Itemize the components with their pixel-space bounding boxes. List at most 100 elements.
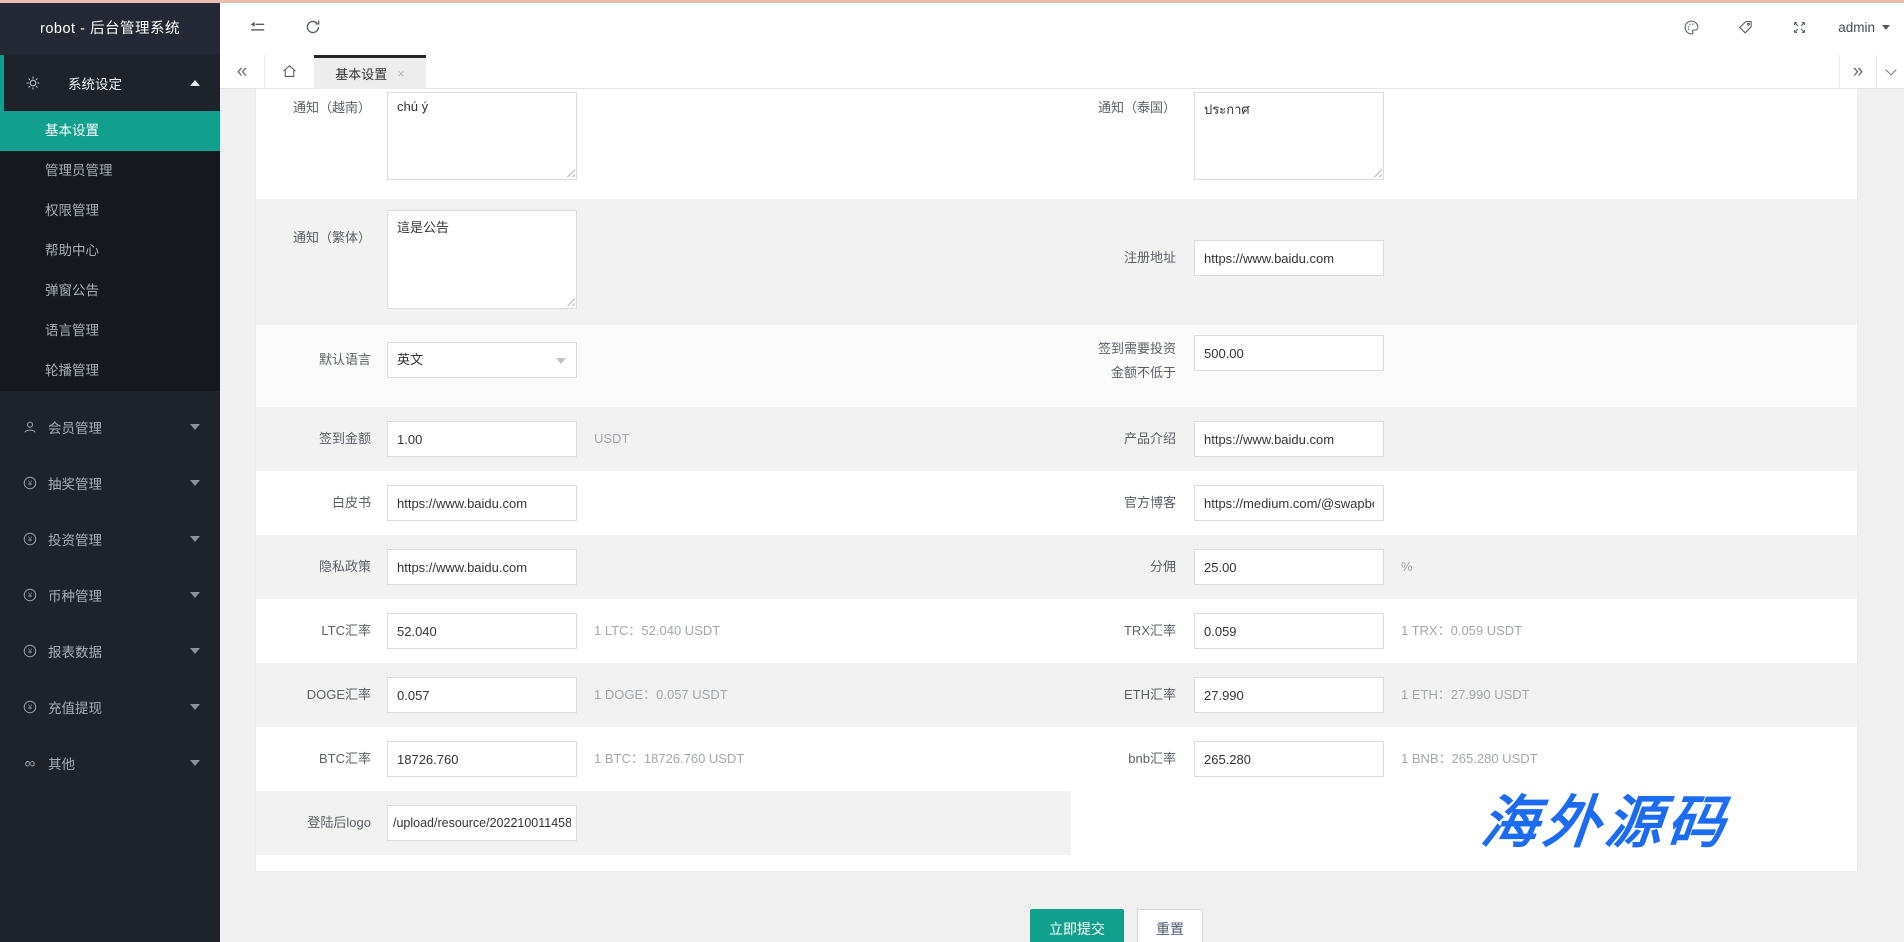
field-hint: 1 BNB：265.280 USDT [1401, 741, 1538, 777]
btc-rate-input[interactable] [387, 741, 577, 777]
sidebar-item-basic-settings[interactable]: 基本设置 [0, 111, 220, 151]
user-icon [22, 419, 38, 435]
infinity-icon: ∞ [22, 755, 38, 771]
field-label: 通知（泰国） [946, 97, 1186, 116]
ltc-rate-input[interactable] [387, 613, 577, 649]
tabs-menu-toggle[interactable] [1877, 55, 1904, 88]
svg-text:¥: ¥ [28, 479, 33, 488]
tab-basic-settings[interactable]: 基本设置 × [314, 55, 426, 89]
sidebar-item-permission-management[interactable]: 权限管理 [0, 191, 220, 231]
field-label: 注册地址 [946, 240, 1186, 276]
field-hint: 1 BTC：18726.760 USDT [594, 741, 744, 777]
double-chevron-right-icon: » [1853, 62, 1864, 81]
username: admin [1838, 20, 1875, 35]
sidebar-section-deposit-withdraw[interactable]: ¥ 充值提现 [0, 687, 220, 727]
trx-rate-input[interactable] [1194, 613, 1384, 649]
svg-text:¥: ¥ [28, 535, 33, 544]
sidebar-item-language-management[interactable]: 语言管理 [0, 311, 220, 351]
field-label: 官方博客 [946, 485, 1186, 521]
yen-icon: ¥ [22, 531, 38, 547]
login-logo-input[interactable] [387, 805, 577, 841]
field-label: 通知（繁体） [256, 227, 381, 246]
tabs-scroll-right[interactable]: » [1840, 55, 1876, 88]
field-hint: 1 ETH：27.990 USDT [1401, 677, 1530, 713]
sidebar-section-other[interactable]: ∞ 其他 [0, 743, 220, 783]
sidebar-item-admin-management[interactable]: 管理员管理 [0, 151, 220, 191]
field-label: ETH汇率 [946, 677, 1186, 713]
chevron-down-icon [1885, 64, 1896, 75]
home-tab[interactable] [265, 55, 314, 88]
top-accent-line [0, 0, 1904, 3]
field-label: TRX汇率 [946, 613, 1186, 649]
sidebar-item-help-center[interactable]: 帮助中心 [0, 231, 220, 271]
eth-rate-input[interactable] [1194, 677, 1384, 713]
svg-text:¥: ¥ [28, 703, 33, 712]
yen-icon: ¥ [22, 643, 38, 659]
chevron-down-icon [190, 480, 200, 486]
sidebar: robot - 后台管理系统 系统设定 基本设置 管理员管理 权限管理 帮助中心… [0, 0, 220, 942]
field-label: 签到金额 [256, 421, 381, 457]
sidebar-section-label: 充值提现 [48, 697, 102, 717]
chevron-down-icon [190, 648, 200, 654]
yen-icon: ¥ [22, 475, 38, 491]
sidebar-section-lottery[interactable]: ¥ 抽奖管理 [0, 463, 220, 503]
register-url-input[interactable] [1194, 240, 1384, 276]
tag-icon[interactable] [1730, 13, 1760, 43]
chevron-down-icon [1882, 25, 1890, 30]
field-hint: 1 TRX：0.059 USDT [1401, 613, 1522, 649]
field-hint: 1 DOGE：0.057 USDT [594, 677, 728, 713]
product-intro-input[interactable] [1194, 421, 1384, 457]
refresh-icon[interactable] [298, 12, 328, 42]
sidebar-section-label: 其他 [48, 753, 75, 773]
sidebar-section-investment[interactable]: ¥ 投资管理 [0, 519, 220, 559]
whitepaper-input[interactable] [387, 485, 577, 521]
sidebar-section-reports[interactable]: ¥ 报表数据 [0, 631, 220, 671]
chevron-up-icon [190, 80, 200, 86]
yen-icon: ¥ [22, 587, 38, 603]
sidebar-section-currency[interactable]: ¥ 币种管理 [0, 575, 220, 615]
field-label: BTC汇率 [256, 741, 381, 777]
signin-amount-input[interactable] [387, 421, 577, 457]
notice-thailand-textarea[interactable]: ประกาศ [1194, 92, 1384, 180]
close-icon[interactable]: × [397, 66, 405, 81]
form-row: DOGE汇率 1 DOGE：0.057 USDT ETH汇率 1 ETH：27.… [256, 663, 1857, 727]
chevron-down-icon [190, 760, 200, 766]
notice-traditional-textarea[interactable]: 這是公告 [387, 210, 577, 309]
collapse-menu-icon[interactable] [242, 12, 272, 42]
theme-palette-icon[interactable] [1676, 13, 1706, 43]
privacy-policy-input[interactable] [387, 549, 577, 585]
chevron-down-icon [190, 704, 200, 710]
field-label: DOGE汇率 [256, 677, 381, 713]
bnb-rate-input[interactable] [1194, 741, 1384, 777]
selected-language: 英文 [397, 352, 423, 367]
reset-button[interactable]: 重置 [1137, 909, 1203, 942]
notice-vietnam-textarea[interactable]: chú ý [387, 92, 577, 180]
field-hint: 1 LTC：52.040 USDT [594, 613, 720, 649]
field-label-line1: 签到需要投资 [946, 337, 1176, 361]
field-label: 默认语言 [256, 342, 381, 378]
chevron-down-icon [556, 358, 566, 364]
doge-rate-input[interactable] [387, 677, 577, 713]
chevron-down-icon [190, 424, 200, 430]
sidebar-item-popup-notice[interactable]: 弹窗公告 [0, 271, 220, 311]
commission-input[interactable] [1194, 549, 1384, 585]
user-menu[interactable]: admin [1838, 20, 1890, 35]
form-row: BTC汇率 1 BTC：18726.760 USDT bnb汇率 1 BNB：2… [256, 727, 1857, 791]
submit-button[interactable]: 立即提交 [1030, 909, 1124, 942]
sidebar-section-system-settings[interactable]: 系统设定 [0, 55, 220, 111]
default-language-select[interactable]: 英文 [387, 342, 577, 378]
signin-invest-min-input[interactable] [1194, 335, 1384, 371]
form-row: 白皮书 官方博客 [256, 471, 1857, 535]
field-label: 产品介绍 [946, 421, 1186, 457]
official-blog-input[interactable] [1194, 485, 1384, 521]
tab-bar: « 基本设置 × » [220, 55, 1904, 89]
field-label: LTC汇率 [256, 613, 381, 649]
field-label-line2: 金额不低于 [946, 361, 1176, 385]
fullscreen-icon[interactable] [1784, 13, 1814, 43]
form-row: 登陆后logo [256, 791, 1071, 855]
svg-text:¥: ¥ [28, 647, 33, 656]
tabs-scroll-left[interactable]: « [220, 55, 264, 88]
sidebar-item-carousel-management[interactable]: 轮播管理 [0, 351, 220, 391]
sidebar-section-members[interactable]: 会员管理 [0, 407, 220, 447]
home-icon [280, 62, 300, 82]
